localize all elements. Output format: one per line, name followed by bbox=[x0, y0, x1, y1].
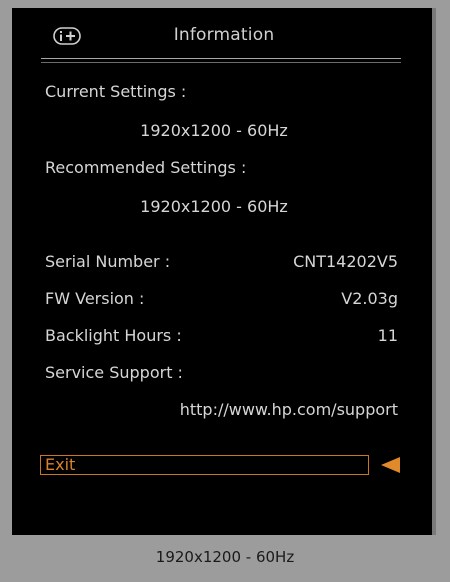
fw-version-label: FW Version : bbox=[45, 289, 145, 308]
current-settings-label: Current Settings : bbox=[45, 82, 187, 101]
osd-header: Information bbox=[12, 8, 432, 64]
fw-version-value: V2.03g bbox=[341, 289, 398, 308]
serial-number-label: Serial Number : bbox=[45, 252, 171, 271]
service-support-url: http://www.hp.com/support bbox=[179, 400, 398, 419]
current-settings-value: 1920x1200 - 60Hz bbox=[140, 121, 288, 140]
service-support-label: Service Support : bbox=[45, 363, 183, 382]
backlight-hours-label: Backlight Hours : bbox=[45, 326, 182, 345]
backlight-hours-value: 11 bbox=[377, 326, 398, 345]
serial-number-value: CNT14202V5 bbox=[293, 252, 398, 271]
osd-info-panel: Information Current Settings : 1920x1200… bbox=[12, 8, 436, 535]
recommended-settings-label: Recommended Settings : bbox=[45, 158, 247, 177]
selection-arrow-icon bbox=[381, 457, 400, 473]
exit-label: Exit bbox=[45, 455, 76, 474]
exit-menu-item[interactable]: Exit bbox=[40, 455, 369, 475]
resolution-status-bar: 1920x1200 - 60Hz bbox=[155, 548, 295, 566]
recommended-settings-value: 1920x1200 - 60Hz bbox=[140, 197, 288, 216]
page-title: Information bbox=[173, 25, 275, 45]
header-divider bbox=[41, 58, 401, 63]
